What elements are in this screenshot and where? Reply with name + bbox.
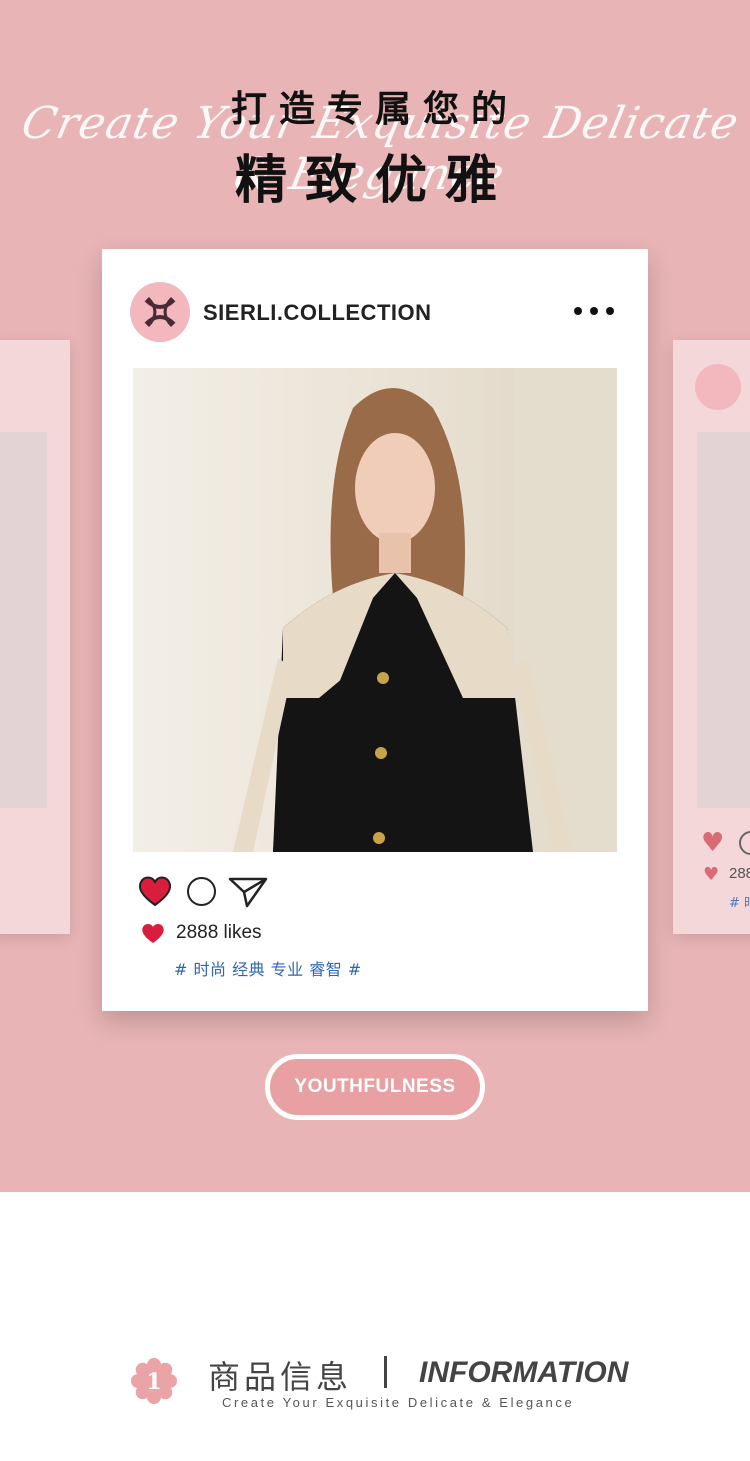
hero-title-line2: 精致优雅 [234, 151, 515, 211]
post-photo [133, 368, 617, 852]
hero-title-line1: 打造专属您的 [230, 89, 519, 130]
side-likes-text: 288 [729, 865, 750, 882]
likes-count: 2888 likes [176, 922, 262, 943]
comment-icon[interactable] [187, 877, 216, 906]
side-card-left-photo [0, 432, 47, 808]
section-title-cn: 商品信息 [208, 1358, 353, 1396]
side-card-left [0, 340, 70, 934]
share-icon[interactable] [227, 875, 269, 909]
side-card-right: ♥ ♥ 288 # 时 [673, 340, 750, 934]
section-subtitle: Create Your Exquisite Delicate & Eleganc… [222, 1395, 575, 1410]
section-number: 1 [146, 1369, 161, 1395]
likes-heart-icon: ♥ [703, 864, 720, 885]
post-card: SIERLI.COLLECTION 2888 likes # 时尚 经典 专业 … [102, 249, 648, 1011]
sierli-monogram-icon[interactable] [130, 282, 190, 342]
side-card-right-photo [697, 432, 750, 808]
side-tag-text: # 时 [729, 896, 750, 911]
heart-icon[interactable] [137, 874, 173, 908]
likes-heart-icon [142, 924, 164, 943]
side-card-logo [695, 364, 741, 410]
heart-icon: ♥ [701, 828, 725, 858]
hero-banner: Create Your Exquisite Delicate & Eleganc… [0, 0, 750, 1192]
youthfulness-badge: YOUTHFULNESS [265, 1054, 485, 1120]
number-badge-icon: 1 [131, 1358, 177, 1404]
badge-label: YOUTHFULNESS [294, 1076, 456, 1097]
account-name[interactable]: SIERLI.COLLECTION [203, 300, 432, 326]
section-title-en: INFORMATION [419, 1356, 629, 1389]
more-dots-icon[interactable] [574, 301, 614, 321]
section-divider [384, 1356, 387, 1388]
comment-icon [739, 831, 750, 855]
post-tags[interactable]: # 时尚 经典 专业 睿智 # [174, 956, 362, 980]
